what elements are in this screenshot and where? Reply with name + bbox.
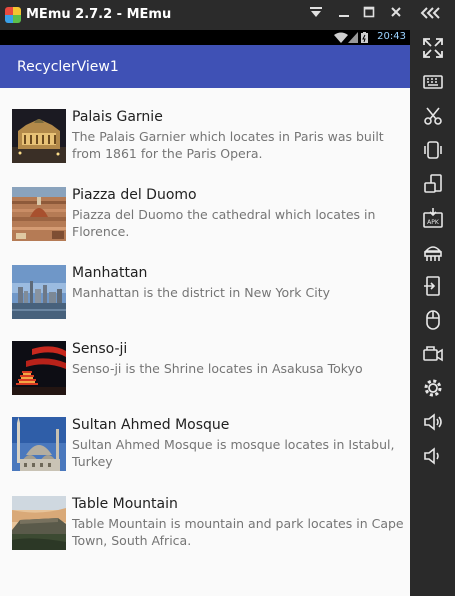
- sultan-ahmed-mosque-thumbnail: [12, 417, 66, 471]
- rotate-icon: [424, 174, 442, 193]
- recycler-view-list[interactable]: Palais Garnie The Palais Garnier which l…: [0, 88, 410, 596]
- item-title: Palais Garnie: [72, 109, 163, 125]
- window-titlebar: MEmu 2.7.2 - MEmu: [0, 0, 455, 30]
- list-item[interactable]: Table Mountain Table Mountain is mountai…: [0, 496, 410, 566]
- item-description: Manhattan is the district in New York Ci…: [72, 285, 331, 300]
- rotate-button[interactable]: [420, 171, 446, 197]
- fullscreen-button[interactable]: [420, 35, 446, 61]
- app-toolbar: RecyclerView1: [0, 45, 410, 88]
- fullscreen-icon: [423, 38, 443, 58]
- maximize-icon: [363, 6, 375, 18]
- senso-ji-thumbnail: [12, 341, 66, 395]
- scissors-icon: [424, 107, 442, 125]
- list-item[interactable]: Sultan Ahmed Mosque Sultan Ahmed Mosque …: [0, 417, 410, 487]
- item-title: Piazza del Duomo: [72, 187, 197, 203]
- svg-text:APK: APK: [427, 219, 440, 226]
- settings-button[interactable]: [420, 375, 446, 401]
- table-mountain-thumbnail: [12, 496, 66, 550]
- window-minimize-button[interactable]: [334, 5, 354, 25]
- item-description: Piazza del Duomo the cathedral which loc…: [72, 207, 376, 239]
- record-video-button[interactable]: [420, 341, 446, 367]
- window-maximize-button[interactable]: [359, 5, 379, 25]
- keyboard-button[interactable]: [420, 69, 446, 95]
- piazza-del-duomo-thumbnail: [12, 187, 66, 241]
- install-apk-button[interactable]: APK: [420, 205, 446, 231]
- palais-garnier-thumbnail: [12, 109, 66, 163]
- battery-icon: [361, 32, 368, 43]
- keyboard-icon: [423, 75, 443, 89]
- mouse-button[interactable]: [420, 307, 446, 333]
- apk-install-icon: APK: [423, 208, 443, 228]
- android-toolbar-icon: [424, 246, 442, 261]
- item-description: Table Mountain is mountain and park loca…: [72, 516, 404, 548]
- settings-gear-icon: [424, 379, 442, 397]
- volume-up-icon: [424, 413, 442, 431]
- shake-button[interactable]: [420, 137, 446, 163]
- screenshot-button[interactable]: [420, 103, 446, 129]
- video-record-icon: [423, 346, 443, 362]
- mouse-icon: [426, 310, 440, 330]
- volume-down-icon: [424, 447, 439, 465]
- double-chevron-left-icon: [420, 7, 440, 19]
- android-button[interactable]: [420, 239, 446, 265]
- close-icon: [391, 7, 401, 17]
- menu-dropdown-icon: [310, 7, 322, 17]
- item-description: Sultan Ahmed Mosque is mosque locates in…: [72, 437, 395, 469]
- item-title: Table Mountain: [72, 496, 178, 512]
- list-item[interactable]: Palais Garnie The Palais Garnier which l…: [0, 109, 410, 179]
- volume-down-button[interactable]: [420, 443, 446, 469]
- list-item[interactable]: Piazza del Duomo Piazza del Duomo the ca…: [0, 187, 410, 257]
- emulator-sidebar: APK: [410, 30, 455, 596]
- list-item[interactable]: Senso-ji Senso-ji is the Shrine locates …: [0, 341, 410, 411]
- volume-up-button[interactable]: [420, 409, 446, 435]
- android-statusbar: 20:43: [0, 30, 410, 45]
- usb-transfer-icon: [424, 276, 440, 296]
- status-time: 20:43: [377, 31, 406, 42]
- item-title: Senso-ji: [72, 341, 128, 357]
- item-description: Senso-ji is the Shrine locates in Asakus…: [72, 361, 363, 376]
- minimize-icon: [339, 15, 349, 17]
- item-description: The Palais Garnier which locates in Pari…: [72, 129, 384, 161]
- shake-icon: [424, 141, 442, 159]
- sidebar-collapse-button[interactable]: [411, 5, 451, 25]
- window-menu-button[interactable]: [306, 5, 326, 25]
- memu-logo-icon: [5, 7, 21, 23]
- wifi-icon: [334, 32, 348, 43]
- list-item[interactable]: Manhattan Manhattan is the district in N…: [0, 265, 410, 335]
- window-title: MEmu 2.7.2 - MEmu: [26, 7, 172, 22]
- item-title: Manhattan: [72, 265, 148, 281]
- manhattan-thumbnail: [12, 265, 66, 319]
- file-transfer-button[interactable]: [420, 273, 446, 299]
- item-title: Sultan Ahmed Mosque: [72, 417, 230, 433]
- window-close-button[interactable]: [386, 5, 406, 25]
- signal-icon: [348, 32, 358, 43]
- app-title: RecyclerView1: [17, 59, 119, 75]
